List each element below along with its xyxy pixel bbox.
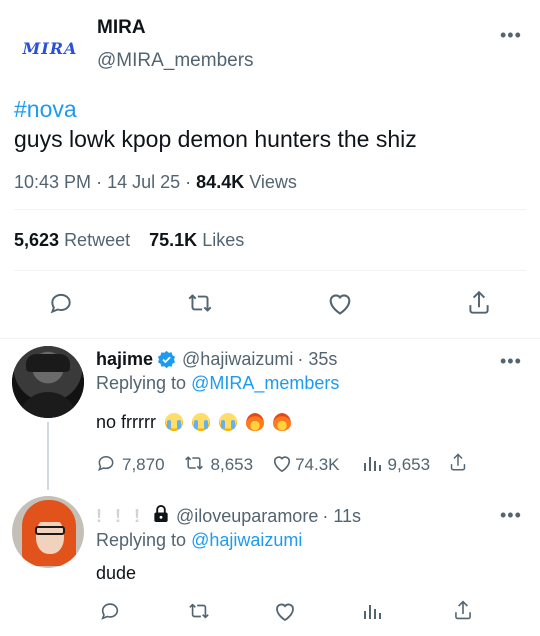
meta-separator: · bbox=[96, 172, 103, 192]
reply-text: dude bbox=[96, 563, 137, 583]
replying-label: Replying to bbox=[96, 530, 187, 550]
meta-separator: · bbox=[185, 172, 192, 192]
more-icon[interactable]: ••• bbox=[500, 26, 522, 44]
display-name[interactable]: hajime bbox=[96, 349, 153, 370]
more-icon[interactable]: ••• bbox=[500, 506, 522, 524]
reply-icon[interactable] bbox=[99, 600, 121, 622]
avatar[interactable]: MIRA bbox=[14, 16, 86, 80]
like-count: 74.3K bbox=[295, 455, 340, 474]
verified-icon bbox=[157, 350, 176, 369]
share-icon[interactable] bbox=[466, 289, 492, 317]
handle[interactable]: @hajiwaizumi bbox=[182, 349, 293, 370]
replying-to: Replying to @hajiwaizumi bbox=[96, 530, 302, 551]
tweet-meta: 10:43 PM · 14 Jul 25 · 84.4K Views bbox=[14, 172, 297, 193]
handle[interactable]: @iloveuparamore bbox=[176, 506, 318, 527]
avatar-logo-text: MIRA bbox=[22, 38, 78, 58]
retweet-icon bbox=[183, 453, 205, 478]
views-count: 84.4K bbox=[196, 172, 245, 192]
likes-count: 75.1K bbox=[149, 230, 198, 250]
fire-emoji bbox=[273, 413, 292, 431]
replying-handle-link[interactable]: @MIRA_members bbox=[191, 373, 339, 393]
views-icon bbox=[362, 453, 382, 478]
avatar[interactable] bbox=[12, 346, 84, 418]
retweets-count: 5,623 bbox=[14, 230, 60, 250]
reply-header: hajime @hajiwaizumi · 35s bbox=[96, 349, 337, 370]
reply-icon bbox=[96, 453, 116, 478]
retweets-stat[interactable]: 5,623 Retweet bbox=[14, 230, 135, 250]
avatar[interactable] bbox=[12, 496, 84, 568]
timestamp[interactable]: · 35s bbox=[297, 349, 337, 370]
crying-emoji bbox=[165, 413, 184, 431]
likes-label: Likes bbox=[202, 230, 245, 250]
views-icon[interactable] bbox=[362, 601, 382, 621]
share-icon[interactable] bbox=[452, 599, 474, 622]
thread-line bbox=[47, 422, 49, 490]
views-label: Views bbox=[249, 172, 297, 192]
views-button[interactable]: 9,653 bbox=[362, 453, 431, 478]
reply-icon[interactable] bbox=[48, 290, 74, 316]
divider bbox=[0, 338, 540, 339]
divider bbox=[14, 209, 526, 210]
like-button[interactable]: 74.3K bbox=[271, 453, 340, 478]
tweet-text: guys lowk kpop demon hunters the shiz bbox=[14, 126, 417, 152]
reply-text-content: no frrrrr bbox=[96, 412, 156, 432]
more-icon[interactable]: ••• bbox=[500, 352, 522, 370]
display-name[interactable]: MIRA bbox=[97, 17, 146, 39]
reply-count: 7,870 bbox=[122, 455, 165, 474]
retweet-icon[interactable] bbox=[187, 600, 211, 622]
like-icon[interactable] bbox=[326, 290, 354, 316]
display-name[interactable]: ! ! ! bbox=[96, 506, 144, 527]
retweet-icon[interactable] bbox=[186, 290, 214, 316]
share-icon[interactable] bbox=[448, 452, 468, 478]
replying-to: Replying to @MIRA_members bbox=[96, 373, 339, 394]
crying-emoji bbox=[219, 413, 238, 431]
reply-header: ! ! ! @iloveuparamore · 11s bbox=[96, 504, 361, 528]
fire-emoji bbox=[246, 413, 265, 431]
replying-handle-link[interactable]: @hajiwaizumi bbox=[191, 530, 302, 550]
replying-label: Replying to bbox=[96, 373, 187, 393]
hashtag-link[interactable]: #nova bbox=[14, 96, 77, 123]
tweet-time[interactable]: 10:43 PM bbox=[14, 172, 91, 192]
retweet-button[interactable]: 8,653 bbox=[183, 453, 254, 478]
avatar-face bbox=[36, 518, 64, 554]
reply-actions: 7,870 8,653 74.3K 9,653 bbox=[96, 452, 468, 478]
avatar-glasses bbox=[35, 526, 65, 535]
tweet-date[interactable]: 14 Jul 25 bbox=[107, 172, 180, 192]
engagement-stats: 5,623 Retweet 75.1K Likes bbox=[14, 230, 244, 251]
view-count: 9,653 bbox=[387, 455, 431, 474]
avatar-bangs bbox=[32, 504, 68, 522]
timestamp[interactable]: · 11s bbox=[322, 506, 361, 527]
crying-emoji bbox=[192, 413, 211, 431]
avatar-cap bbox=[26, 354, 70, 372]
reply-button[interactable]: 7,870 bbox=[96, 453, 165, 478]
lock-icon bbox=[152, 504, 170, 528]
reply-text: no frrrrr bbox=[96, 412, 292, 433]
divider bbox=[14, 270, 526, 271]
like-icon bbox=[271, 453, 293, 478]
retweet-count: 8,653 bbox=[210, 455, 254, 474]
like-icon[interactable] bbox=[273, 600, 297, 622]
retweets-label: Retweet bbox=[64, 230, 131, 250]
likes-stat[interactable]: 75.1K Likes bbox=[149, 230, 244, 250]
handle[interactable]: @MIRA_members bbox=[97, 50, 254, 72]
